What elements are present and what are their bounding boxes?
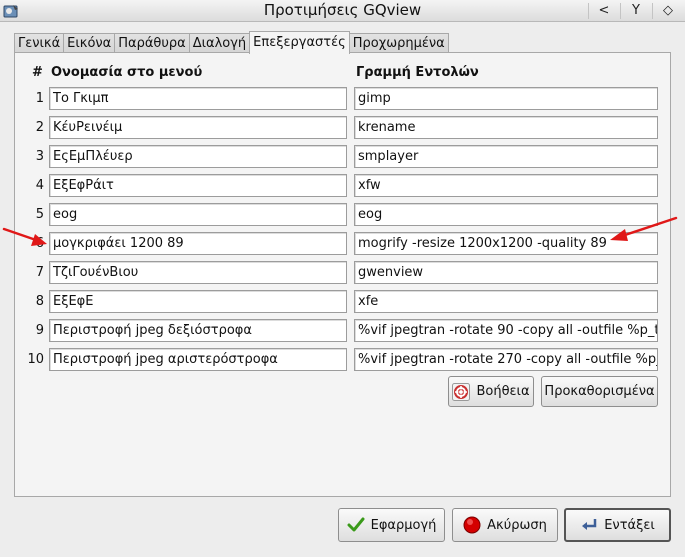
tab-filtering[interactable]: Διαλογή: [188, 33, 251, 54]
menu-name-field[interactable]: ΕξΕφΕ: [49, 290, 347, 313]
row-number: 2: [35, 120, 44, 135]
menu-name-field[interactable]: eog: [49, 203, 347, 226]
defaults-button[interactable]: Προκαθορισμένα: [541, 376, 658, 407]
row-number: 4: [35, 178, 44, 193]
menu-name-field[interactable]: μογκριφάει 1200 89: [49, 232, 347, 255]
tab-image[interactable]: Εικόνα: [63, 33, 116, 54]
command-field[interactable]: gimp: [354, 87, 658, 110]
row-number: 8: [35, 294, 44, 309]
apply-button[interactable]: Εφαρμογή: [338, 508, 445, 542]
command-field[interactable]: %vif jpegtran -rotate 90 -copy all -outf…: [354, 319, 658, 342]
row-number: 1: [35, 91, 44, 106]
column-header-command: Γραμμή Εντολών: [356, 65, 479, 80]
command-field[interactable]: gwenview: [354, 261, 658, 284]
apply-button-label: Εφαρμογή: [370, 517, 437, 533]
column-header-num: #: [32, 65, 43, 80]
defaults-button-label: Προκαθορισμένα: [544, 384, 655, 399]
editors-panel: # Ονομασία στο μενού Γραμμή Εντολών 1 Το …: [14, 52, 671, 497]
menu-name-field[interactable]: Περιστροφή jpeg αριστερόστροφα: [49, 348, 347, 371]
enter-icon: [582, 519, 597, 530]
row-number: 5: [35, 207, 44, 222]
command-field[interactable]: krename: [354, 116, 658, 139]
menu-name-field[interactable]: ΕςΕμΠλέυερ: [49, 145, 347, 168]
menu-name-field[interactable]: ΤζιΓουένΒιου: [49, 261, 347, 284]
menu-name-field[interactable]: ΕξΕφΡάιτ: [49, 174, 347, 197]
cancel-button[interactable]: Ακύρωση: [452, 508, 558, 542]
ok-button[interactable]: Εντάξει: [564, 508, 671, 542]
cancel-button-label: Ακύρωση: [487, 517, 547, 533]
row-number: 3: [35, 149, 44, 164]
command-field[interactable]: %vif jpegtran -rotate 270 -copy all -out…: [354, 348, 658, 371]
title-bar[interactable]: Προτιμήσεις GQview < Y ◇: [0, 0, 685, 22]
tab-bar: Γενικά Εικόνα Παράθυρα Διαλογή Επεξεργασ…: [14, 31, 449, 54]
ok-button-label: Εντάξει: [604, 517, 655, 533]
row-number: 7: [35, 265, 44, 280]
window-title: Προτιμήσεις GQview: [263, 1, 422, 19]
row-number: 9: [35, 323, 44, 338]
stop-icon: [463, 516, 481, 534]
tab-advanced[interactable]: Προχωρημένα: [348, 33, 449, 54]
menu-name-field[interactable]: Το Γκιμπ: [49, 87, 347, 110]
menu-name-field[interactable]: Περιστροφή jpeg δεξιόστροφα: [49, 319, 347, 342]
help-button-label: Βοήθεια: [476, 384, 530, 399]
tab-editors[interactable]: Επεξεργαστές: [249, 31, 350, 54]
close-button[interactable]: ◇: [654, 3, 682, 19]
checkmark-icon: [347, 517, 365, 532]
row-number: 10: [27, 352, 44, 367]
command-field[interactable]: xfw: [354, 174, 658, 197]
menu-name-field[interactable]: ΚέυΡεινέιμ: [49, 116, 347, 139]
help-button[interactable]: Βοήθεια: [448, 376, 534, 407]
minimize-button[interactable]: <: [590, 3, 618, 19]
maximize-button[interactable]: Y: [622, 3, 650, 19]
command-field[interactable]: xfe: [354, 290, 658, 313]
lifebuoy-icon: [452, 382, 471, 401]
tab-windows[interactable]: Παράθυρα: [114, 33, 190, 54]
tab-general[interactable]: Γενικά: [14, 33, 65, 54]
column-header-menu-name: Ονομασία στο μενού: [51, 65, 203, 80]
command-field[interactable]: smplayer: [354, 145, 658, 168]
annotation-arrow-right: [610, 216, 678, 241]
annotation-arrow-left: [2, 227, 47, 246]
